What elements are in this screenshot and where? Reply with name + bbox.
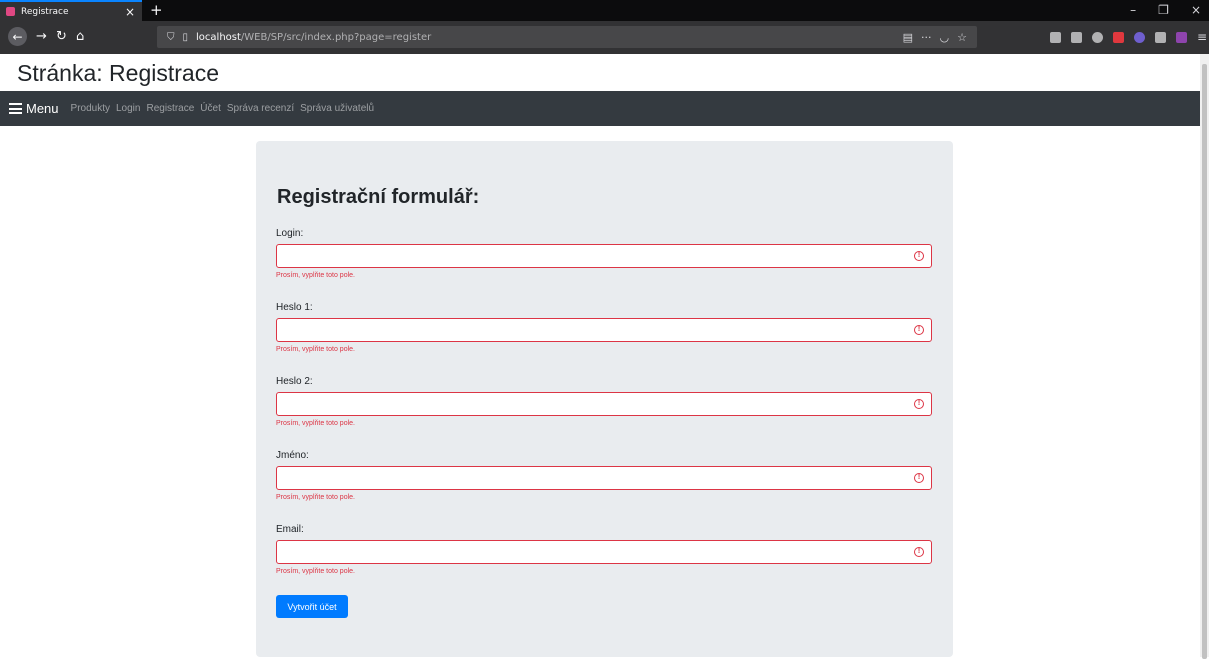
reader-view-icon[interactable]: ▤ (903, 31, 913, 44)
nav-link-sprava-uzivatelu[interactable]: Správa uživatelů (300, 103, 374, 114)
library-icon[interactable] (1050, 31, 1061, 43)
error-icon: ! (914, 547, 924, 557)
page-actions-icon[interactable]: ··· (921, 31, 932, 44)
field-error: Prosím, vyplňte toto pole. (276, 494, 355, 501)
maximize-button[interactable]: ❐ (1158, 3, 1169, 17)
home-icon[interactable]: ⌂ (76, 29, 84, 44)
login-field: Login: ! Prosím, vyplňte toto pole. (276, 228, 932, 279)
close-window-button[interactable]: × (1191, 3, 1201, 17)
field-label: Heslo 1: (276, 302, 313, 313)
sidebar-icon[interactable] (1071, 31, 1082, 43)
reload-icon[interactable]: ↻ (56, 29, 67, 44)
nav-link-registrace[interactable]: Registrace (146, 103, 194, 114)
create-account-button[interactable]: Vytvořit účet (276, 595, 348, 618)
extension-icon[interactable] (1134, 31, 1145, 43)
account-icon[interactable] (1092, 31, 1103, 43)
nav-link-produkty[interactable]: Produkty (71, 103, 110, 114)
hamburger-menu-icon[interactable]: ≡ (1197, 30, 1207, 44)
error-icon: ! (914, 473, 924, 483)
tab-title: Registrace (21, 6, 69, 17)
name-field: Jméno: ! Prosím, vyplňte toto pole. (276, 450, 932, 501)
error-icon: ! (914, 399, 924, 409)
url-host: localhost (196, 31, 241, 43)
tab-close-icon[interactable]: × (125, 5, 135, 19)
form-title: Registrační formulář: (277, 186, 480, 208)
registration-card: Registrační formulář: Login: ! Prosím, v… (256, 141, 953, 657)
field-error: Prosím, vyplňte toto pole. (276, 346, 355, 353)
pocket-icon[interactable]: ◡ (940, 31, 950, 44)
browser-tab[interactable]: Registrace × (0, 0, 142, 21)
forward-arrow-icon[interactable]: → (36, 29, 47, 44)
field-label: Jméno: (276, 450, 309, 461)
email-input[interactable]: ! (276, 540, 932, 564)
extensions-toolbar: ≡ (1050, 30, 1207, 44)
page-icon: ▯ (182, 31, 189, 43)
back-arrow-icon[interactable]: ← (8, 27, 27, 46)
password2-field: Heslo 2: ! Prosím, vyplňte toto pole. (276, 376, 932, 427)
error-icon: ! (914, 251, 924, 261)
scrollbar-thumb[interactable] (1202, 64, 1207, 659)
password1-input[interactable]: ! (276, 318, 932, 342)
page-scrollbar[interactable] (1200, 54, 1209, 659)
nav-link-login[interactable]: Login (116, 103, 140, 114)
extension-icon[interactable] (1176, 31, 1187, 43)
field-error: Prosím, vyplňte toto pole. (276, 272, 355, 279)
site-navbar: Menu Produkty Login Registrace Účet Sprá… (0, 91, 1200, 126)
password2-input[interactable]: ! (276, 392, 932, 416)
nav-link-sprava-recenzi[interactable]: Správa recenzí (227, 103, 294, 114)
field-label: Heslo 2: (276, 376, 313, 387)
window-controls: – ❐ × (1130, 3, 1201, 17)
field-error: Prosím, vyplňte toto pole. (276, 568, 355, 575)
name-input[interactable]: ! (276, 466, 932, 490)
field-label: Login: (276, 228, 304, 239)
password1-field: Heslo 1: ! Prosím, vyplňte toto pole. (276, 302, 932, 353)
new-tab-button[interactable]: + (150, 1, 163, 19)
menu-toggle[interactable]: Menu (9, 101, 59, 116)
url-bar[interactable]: ⛉ ▯ localhost /WEB/SP/src/index.php?page… (157, 26, 977, 48)
url-path: /WEB/SP/src/index.php?page=register (240, 31, 432, 43)
browser-tab-bar: Registrace × + – ❐ × (0, 0, 1209, 21)
extension-icon[interactable] (1155, 31, 1166, 43)
page-title: Stránka: Registrace (17, 60, 219, 86)
error-icon: ! (914, 325, 924, 335)
browser-toolbar: ← → ↻ ⌂ ⛉ ▯ localhost /WEB/SP/src/index.… (0, 21, 1209, 54)
favicon-icon (6, 7, 15, 16)
nav-link-ucet[interactable]: Účet (200, 103, 221, 114)
minimize-button[interactable]: – (1130, 3, 1136, 17)
email-field: Email: ! Prosím, vyplňte toto pole. (276, 524, 932, 575)
menu-label: Menu (26, 101, 59, 116)
adblock-icon[interactable] (1113, 31, 1124, 43)
field-error: Prosím, vyplňte toto pole. (276, 420, 355, 427)
hamburger-icon (9, 103, 22, 114)
bookmark-star-icon[interactable]: ☆ (957, 31, 967, 44)
field-label: Email: (276, 524, 304, 535)
shield-icon: ⛉ (167, 31, 175, 43)
login-input[interactable]: ! (276, 244, 932, 268)
